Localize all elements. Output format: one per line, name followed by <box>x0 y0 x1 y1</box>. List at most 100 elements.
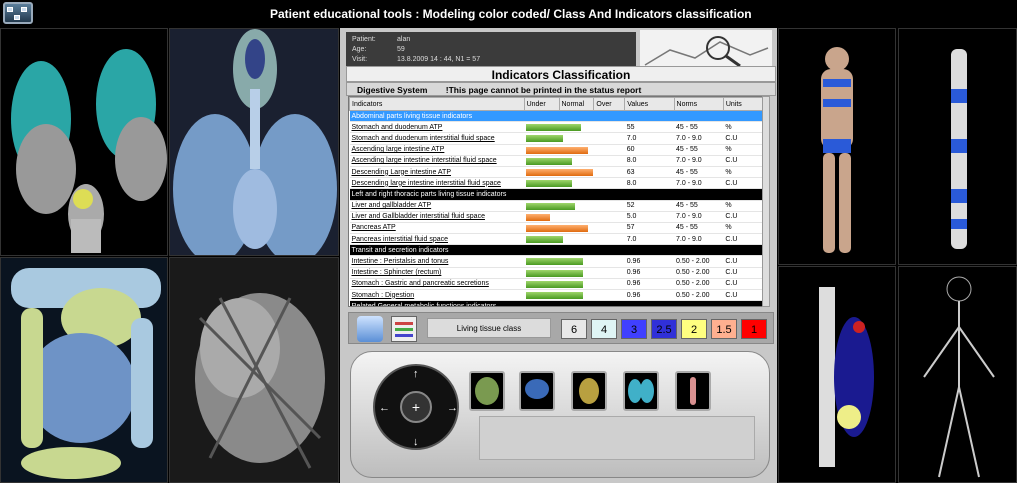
nervous-system-model-panel[interactable] <box>898 266 1017 483</box>
column-header[interactable]: Norms <box>673 97 724 111</box>
arrow-up-icon[interactable]: ↑ <box>413 368 419 380</box>
table-row[interactable]: Ascending large intestine ATP 60 45 - 55% <box>349 144 767 156</box>
column-header[interactable]: Units <box>722 97 767 111</box>
brain-thumbnail[interactable] <box>519 371 555 411</box>
table-row[interactable]: Stomach : Digestion 0.96 0.50 - 2.00 C.U <box>349 289 767 302</box>
column-header[interactable]: Indicators <box>349 97 525 111</box>
print-warning: !This page cannot be printed in the stat… <box>445 85 642 95</box>
column-header[interactable]: Under <box>523 97 560 111</box>
heart-thumbnail[interactable] <box>571 371 607 411</box>
section-row[interactable]: Left and right thoracic parts living tis… <box>349 188 767 201</box>
living-tissue-class-button[interactable]: Living tissue class <box>427 318 551 338</box>
arrow-down-icon[interactable]: ↓ <box>413 436 419 448</box>
class-box[interactable]: 2.5 <box>651 319 677 339</box>
column-header[interactable]: Values <box>624 97 675 111</box>
lungs-model-panel[interactable] <box>169 28 339 256</box>
table-row[interactable]: Liver and gallbladder ATP 52 45 - 55% <box>349 200 767 212</box>
indicator-unit: % <box>723 144 767 156</box>
lungs-thumbnail[interactable] <box>623 371 659 411</box>
level-bar <box>526 280 583 288</box>
indicator-norm: 7.0 - 9.0 <box>674 155 724 167</box>
table-row[interactable]: Descending large intestine interstitial … <box>349 177 767 190</box>
table-row[interactable]: Stomach and duodenum ATP 55 45 - 55% <box>349 121 767 134</box>
class-box[interactable]: 1 <box>741 319 767 339</box>
table-row[interactable]: Pancreas interstitial fluid space 7.0 7.0 … <box>349 233 767 246</box>
body-back-model-panel[interactable] <box>778 28 896 265</box>
indicator-value: 7.0 <box>624 132 675 145</box>
table-row[interactable]: Stomach : Gastric and pancreatic secreti… <box>349 278 767 291</box>
zoom-plus-icon[interactable]: + <box>400 391 432 423</box>
level-bar <box>526 213 550 221</box>
skeleton-model-panel[interactable] <box>778 266 896 483</box>
class-box[interactable]: 1.5 <box>711 319 737 339</box>
indicator-name: Liver and gallbladder ATP <box>349 200 525 212</box>
table-row[interactable]: Stomach and duodenum interstitial fluid … <box>349 132 767 145</box>
section-row[interactable]: Related General metabolic functions indi… <box>349 300 767 306</box>
indicator-norm: 7.0 - 9.0 <box>674 132 724 145</box>
indicators-app: Patient: alan Age: 59 Visit: 13.8.2009 14 :… <box>340 28 777 483</box>
indicator-value: 0.96 <box>624 289 675 302</box>
level-bar <box>526 224 588 232</box>
intestines-model-image <box>11 268 161 479</box>
arrow-left-icon[interactable]: ← <box>379 402 390 414</box>
indicator-unit: C.U <box>723 155 767 167</box>
app-logo-icon[interactable] <box>3 2 33 24</box>
indicator-bar <box>524 255 625 268</box>
column-header[interactable]: Normal <box>558 97 595 111</box>
indicator-name: Intestine : Peristalsis and tonus <box>349 255 525 268</box>
indicator-bar <box>524 155 625 167</box>
indicator-norm: 0.50 - 2.00 <box>674 255 724 268</box>
lungs-model-image <box>173 29 337 255</box>
indicator-norm: 45 - 55 <box>674 121 724 134</box>
table-row[interactable]: Liver and Gallbladder interstitial fluid… <box>349 211 767 223</box>
level-bar <box>526 180 573 188</box>
rotation-joystick[interactable]: ↑ ↓ ← → + <box>373 364 459 450</box>
heart-model-image <box>195 293 325 469</box>
indicator-bar <box>524 211 625 223</box>
indicator-value: 55 <box>624 121 675 134</box>
table-row[interactable]: Descending Large intestine ATP 63 45 - 55% <box>349 166 767 179</box>
indicator-name: Stomach : Gastric and pancreatic secreti… <box>349 278 525 291</box>
class-box[interactable]: 6 <box>561 319 587 339</box>
class-box[interactable]: 3 <box>621 319 647 339</box>
page-title: Patient educational tools : Modeling col… <box>270 7 752 21</box>
spine-model-panel[interactable] <box>898 28 1017 265</box>
spine-thumbnail[interactable] <box>675 371 711 411</box>
indicator-norm: 45 - 55 <box>674 166 724 179</box>
arrow-right-icon[interactable]: → <box>447 402 458 414</box>
indicator-bar <box>524 121 625 134</box>
level-bar <box>526 236 564 244</box>
indicator-value: 52 <box>624 200 675 212</box>
section-row[interactable]: Transit and secretion indicators <box>349 244 767 257</box>
table-row[interactable]: Intestine : Peristalsis and tonus 0.96 0.5… <box>349 255 767 268</box>
indicator-unit: C.U <box>723 132 767 145</box>
indicator-name: Stomach and duodenum ATP <box>349 121 525 134</box>
class-box[interactable]: 4 <box>591 319 617 339</box>
heart-model-panel[interactable] <box>169 257 339 483</box>
body-model-icon[interactable] <box>357 316 383 342</box>
level-bar <box>526 269 583 277</box>
table-view-icon[interactable] <box>391 316 417 342</box>
indicator-value: 63 <box>624 166 675 179</box>
table-scrollbar[interactable] <box>762 96 770 307</box>
intestines-model-panel[interactable] <box>0 257 168 483</box>
class-box[interactable]: 2 <box>681 319 707 339</box>
table-row[interactable]: Intestine : Sphincter (rectum) 0.96 0.50 -… <box>349 267 767 279</box>
level-bar <box>526 202 576 210</box>
patient-age: 59 <box>397 46 405 53</box>
indicator-name: Descending Large intestine ATP <box>349 166 525 179</box>
column-header[interactable]: Over <box>593 97 626 111</box>
navigation-panel: ↑ ↓ ← → + <box>350 351 770 478</box>
patient-name: alan <box>397 36 411 43</box>
table-row[interactable]: Pancreas ATP 57 45 - 55% <box>349 222 767 235</box>
intestines-thumbnail[interactable] <box>469 371 505 411</box>
indicator-value: 60 <box>624 144 675 156</box>
section-title: Related General metabolic functions indi… <box>349 300 767 306</box>
section-row[interactable]: Abdominal parts living tissue indicators <box>349 110 767 123</box>
table-row[interactable]: Ascending large intestine interstitial f… <box>349 155 767 167</box>
brain-model-panel[interactable] <box>0 28 168 256</box>
level-bar <box>526 146 588 154</box>
section-title: Left and right thoracic parts living tis… <box>349 188 767 201</box>
visit-value: 13.8.2009 14 : 44, N1 = 57 <box>397 56 481 63</box>
indicator-norm: 45 - 55 <box>674 222 724 235</box>
